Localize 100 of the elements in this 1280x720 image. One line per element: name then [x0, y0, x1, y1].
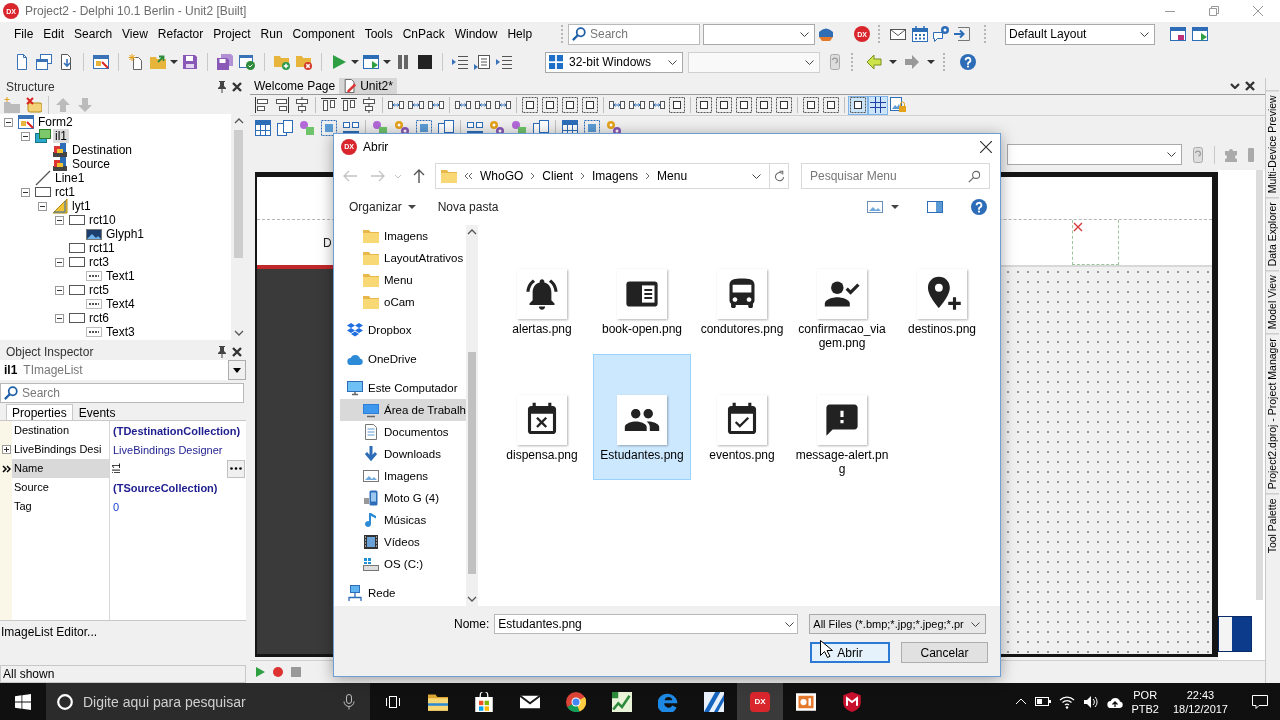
document-arrow-icon[interactable]	[58, 54, 74, 70]
search-field[interactable]: Search	[568, 23, 700, 45]
menubar-entry[interactable]: Component	[287, 24, 360, 44]
tree-item[interactable]: Text4	[104, 297, 137, 311]
menubar-entry[interactable]: Refactor	[152, 24, 209, 44]
tree-item[interactable]: rct3	[87, 255, 111, 269]
chat-bubble-icon[interactable]	[933, 26, 949, 42]
address-bar[interactable]: WhoGO Client Imagens Menu	[435, 163, 770, 189]
sparkle-document-icon[interactable]	[128, 54, 144, 70]
caret-icon[interactable]	[927, 60, 935, 64]
chevron-down-icon[interactable]	[752, 173, 761, 179]
filename-field[interactable]: Estudantes.png	[494, 614, 799, 634]
minimize-icon[interactable]	[1165, 10, 1175, 12]
collapse-icon[interactable]	[4, 117, 13, 127]
toolbar-button[interactable]	[821, 95, 841, 115]
search-field[interactable]: Pesquisar Menu	[801, 163, 990, 189]
pin-icon[interactable]	[217, 80, 227, 93]
boxes-icon[interactable]	[467, 119, 483, 136]
arrow-left-icon[interactable]	[866, 54, 882, 70]
toolbar-button[interactable]	[774, 95, 794, 115]
windows-icon[interactable]	[36, 54, 52, 70]
nav-item[interactable]: oCam	[340, 291, 466, 313]
tab[interactable]: Properties	[6, 404, 73, 420]
menubar-entry[interactable]: File	[9, 24, 39, 44]
calendar-icon[interactable]	[912, 26, 928, 42]
tree-item[interactable]: rct5	[87, 283, 111, 297]
shapes-icon[interactable]	[299, 119, 315, 136]
tree-item[interactable]: Text3	[104, 325, 137, 339]
toolbar-button[interactable]	[801, 95, 821, 115]
nav-item[interactable]: OneDrive	[340, 348, 466, 370]
side-tab[interactable]: Tool Palette	[1266, 493, 1279, 558]
pause-icon[interactable]	[395, 54, 411, 70]
menubar-entry[interactable]: View	[117, 24, 153, 44]
side-tab[interactable]: Project2.dproj - Project Manager	[1266, 333, 1279, 494]
dotted-frame-icon[interactable]	[321, 119, 337, 136]
collapse-icon[interactable]	[21, 187, 30, 197]
window-play-icon[interactable]	[363, 54, 379, 70]
breadcrumb[interactable]: Client	[542, 169, 574, 183]
file-item[interactable]: dispensa.png	[493, 354, 591, 480]
dotted-frame-icon[interactable]	[416, 119, 432, 136]
notification-icon[interactable]	[1252, 693, 1268, 710]
dotted-frame-icon[interactable]	[584, 119, 600, 136]
arrow-into-box-icon[interactable]	[954, 26, 970, 42]
folder-x-icon[interactable]	[296, 54, 312, 70]
close-icon[interactable]	[980, 140, 992, 153]
side-tab[interactable]: Model View	[1266, 270, 1279, 334]
collapse-icon[interactable]	[55, 257, 64, 267]
caret-icon[interactable]	[170, 60, 178, 64]
property-name[interactable]: Destination	[12, 421, 109, 440]
search-field[interactable]: Digite aqui para pesquisar	[46, 683, 370, 720]
menubar-entry[interactable]: Project	[208, 24, 256, 44]
nav-item[interactable]: Área de Trabalh	[340, 399, 466, 421]
tree-item[interactable]: Destination	[70, 143, 135, 157]
folder-plus-icon[interactable]	[274, 54, 290, 70]
collapse-icon[interactable]	[55, 285, 64, 295]
property-name[interactable]: Source	[12, 478, 109, 497]
toolbar-button[interactable]	[540, 95, 560, 115]
property-name[interactable]: LiveBindings Desi	[12, 440, 109, 459]
menubar-entry[interactable]: Help	[502, 24, 538, 44]
side-tab[interactable]: Multi-Device Preview	[1266, 90, 1279, 198]
preview-pane-icon[interactable]	[927, 198, 943, 215]
tree-item[interactable]: rct11	[87, 241, 117, 255]
nav-item[interactable]: Músicas	[340, 509, 466, 531]
file-item[interactable]: Estudantes.png	[593, 354, 691, 480]
menubar-entry[interactable]: Run	[255, 24, 288, 44]
close-icon[interactable]	[1245, 81, 1255, 91]
menubar-entry[interactable]: Tools	[359, 24, 398, 44]
microphone-icon[interactable]	[341, 693, 357, 710]
chevron-up-icon[interactable]	[467, 229, 477, 235]
arrow-up-icon[interactable]	[411, 168, 427, 184]
editor-link[interactable]: ImageList Editor...	[1, 624, 98, 639]
expand-icon[interactable]	[1, 445, 11, 454]
collapse-icon[interactable]	[38, 201, 47, 211]
taskbar-button[interactable]: DX	[737, 683, 783, 720]
close-icon[interactable]	[232, 81, 242, 92]
breadcrumb[interactable]: Imagens	[592, 169, 639, 183]
envelope-icon[interactable]	[890, 26, 906, 42]
toolbar-button[interactable]	[868, 95, 888, 115]
nav-item[interactable]: Menu	[340, 269, 466, 291]
file-type-dropdown[interactable]: All Files (*.bmp;*.jpg;*.jpeg;*.pr	[809, 614, 987, 634]
nav-item[interactable]: Moto G (4)	[340, 487, 466, 509]
help-icon[interactable]	[960, 54, 976, 70]
menubar-entry[interactable]: Search	[69, 24, 118, 44]
copy-icon[interactable]	[277, 119, 293, 136]
toolbar-button[interactable]	[580, 95, 600, 115]
collapse-icon[interactable]	[55, 215, 64, 225]
toolbar-button[interactable]	[667, 95, 687, 115]
editor-tab[interactable]: Unit2*	[339, 78, 397, 94]
language-label[interactable]: POR	[1133, 687, 1158, 702]
property-name[interactable]: Name	[12, 459, 109, 478]
file-item[interactable]: confirmacao_viagem.png	[793, 228, 891, 354]
property-value[interactable]: 0	[110, 500, 246, 513]
window-icon[interactable]	[1170, 26, 1186, 42]
platform-dropdown[interactable]: 32-bit Windows	[545, 51, 683, 73]
toolbar-button[interactable]	[520, 95, 540, 115]
property-value[interactable]: (TDestinationCollection)	[110, 424, 246, 437]
tree-item[interactable]: rct1	[53, 185, 77, 199]
layout-dropdown[interactable]: Default Layout	[1005, 23, 1155, 45]
clock-date[interactable]: 18/12/2017	[1172, 701, 1228, 716]
side-tab[interactable]: Data Explorer	[1266, 197, 1279, 271]
